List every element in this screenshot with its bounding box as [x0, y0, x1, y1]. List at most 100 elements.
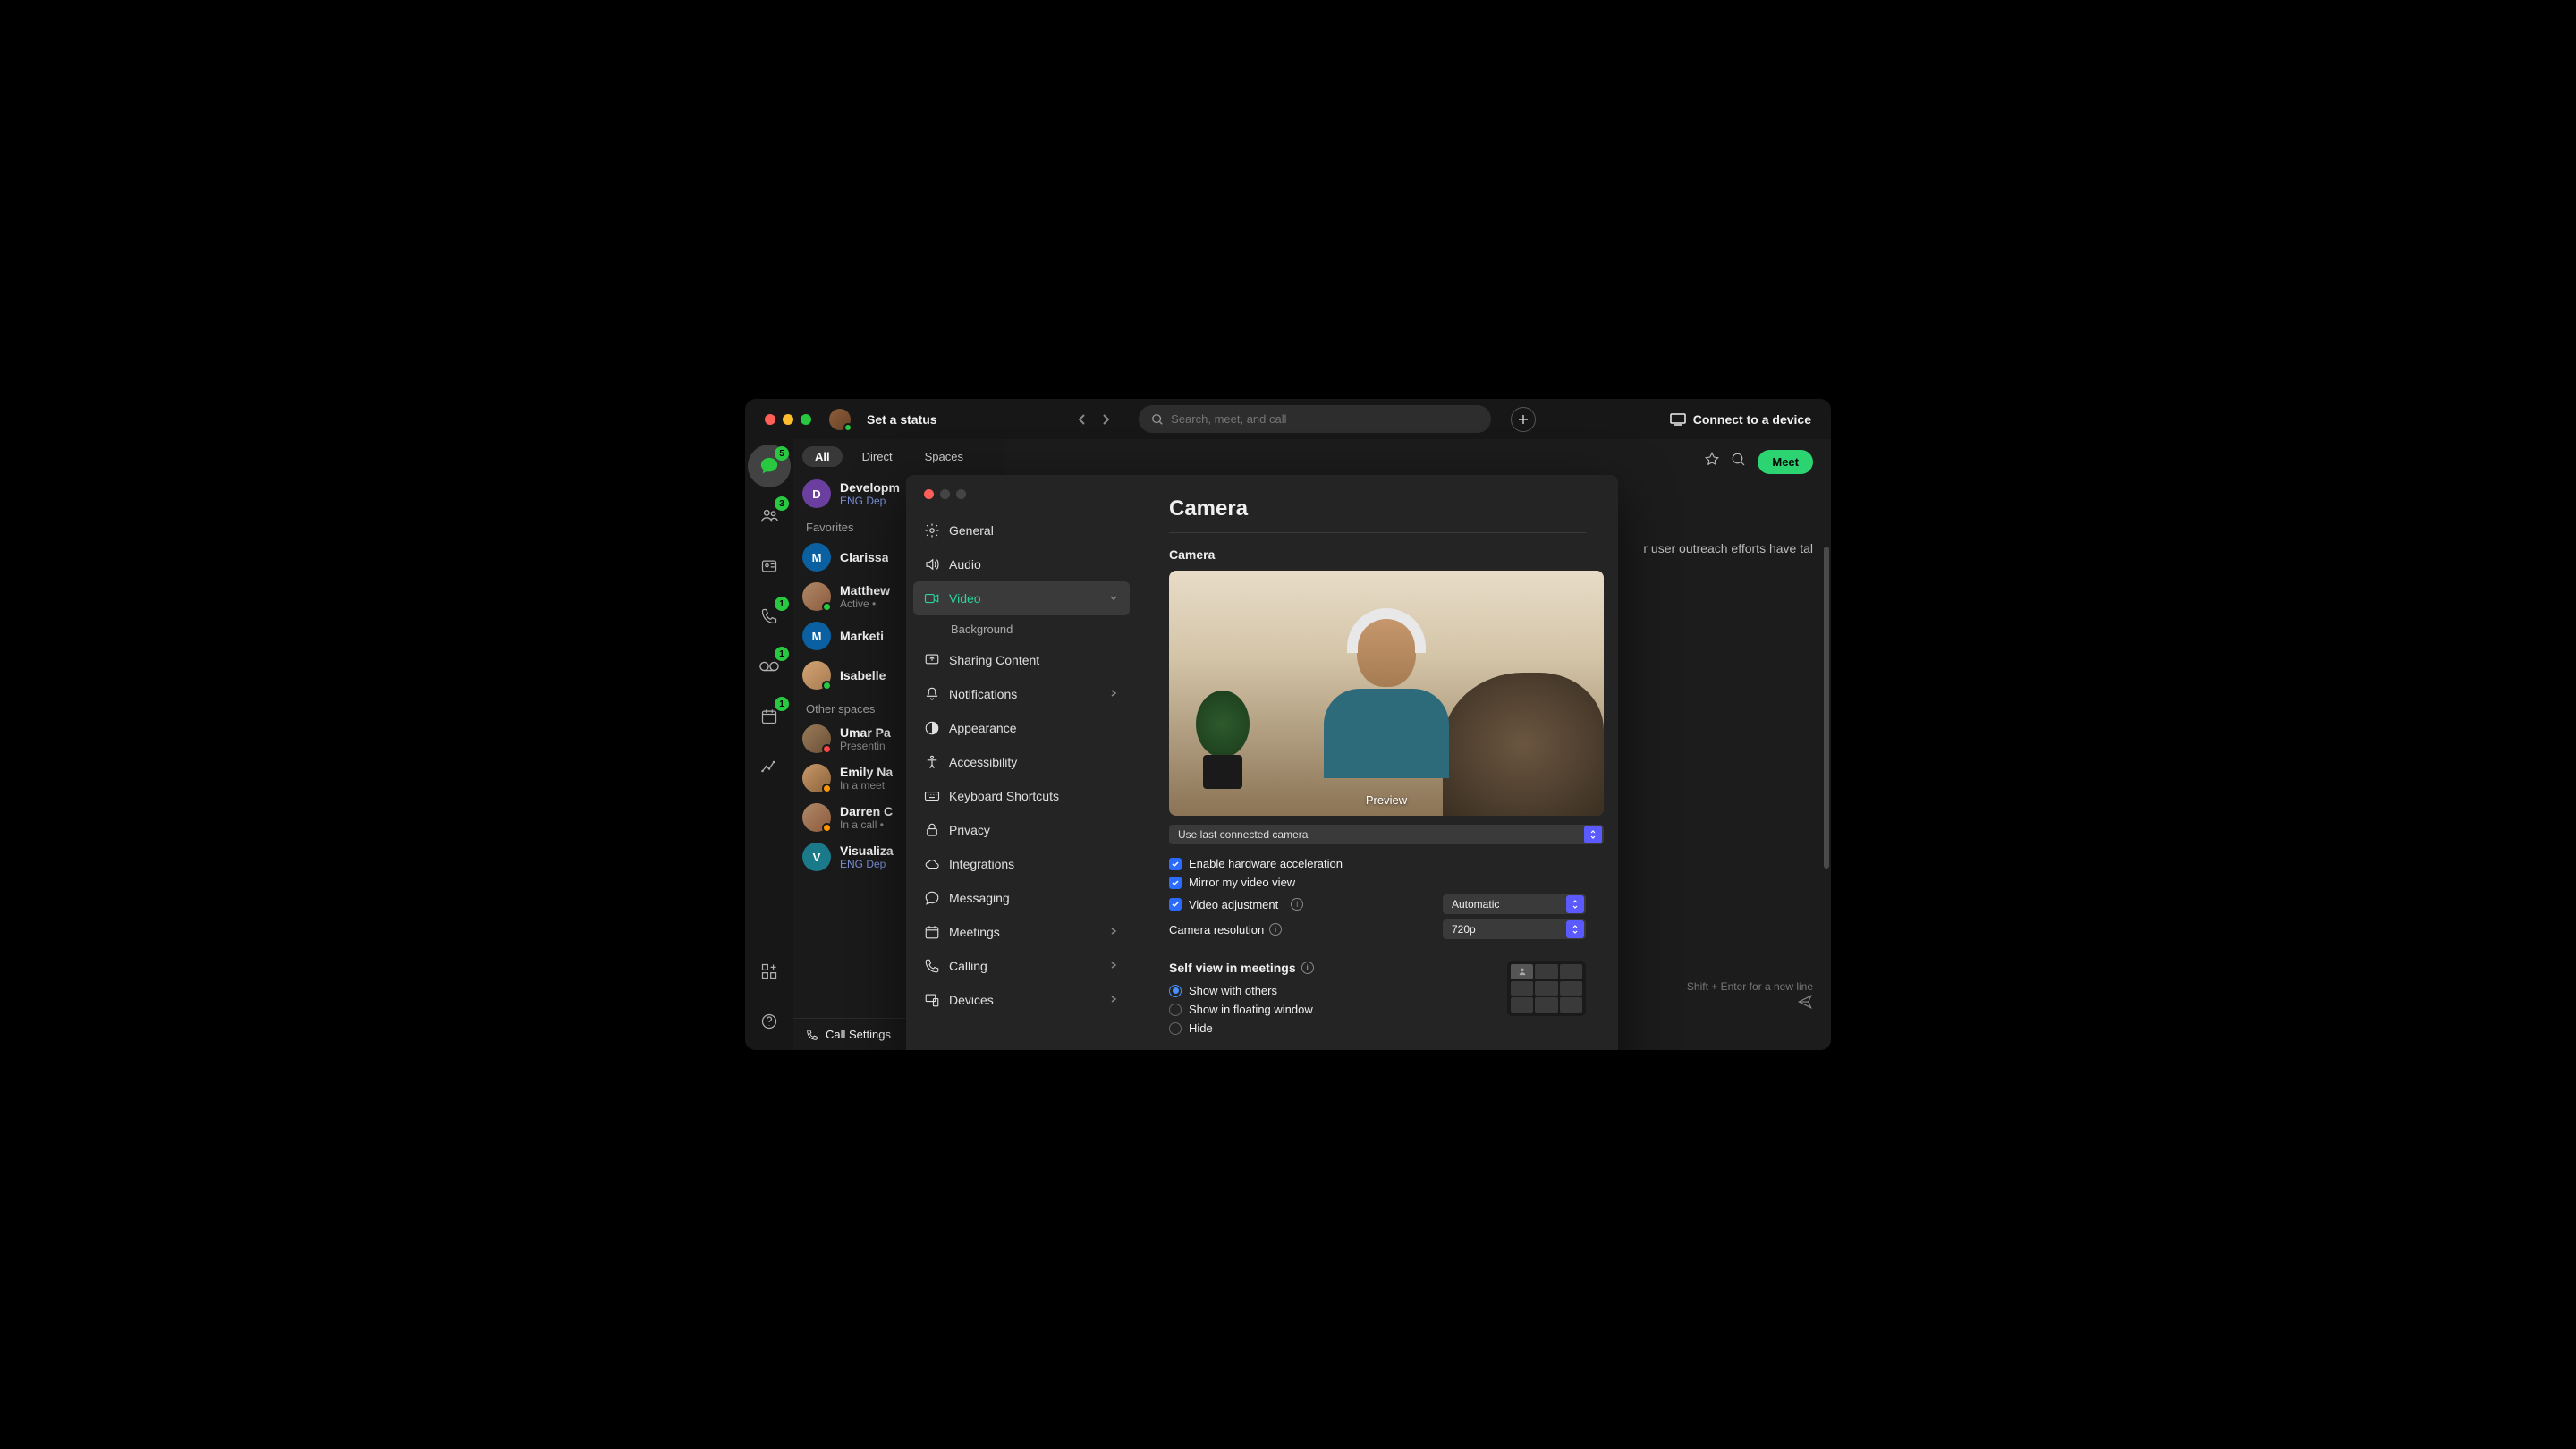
info-icon[interactable]: i — [1301, 962, 1314, 974]
people-icon — [759, 506, 779, 526]
chat-icon — [924, 890, 940, 906]
minimize-window-button[interactable] — [783, 414, 793, 425]
settings-nav-devices[interactable]: Devices — [913, 983, 1130, 1017]
grid-self-cell — [1511, 964, 1533, 979]
connect-device-button[interactable]: Connect to a device — [1670, 412, 1811, 427]
send-button[interactable] — [1797, 994, 1813, 1014]
avatar: D — [802, 479, 831, 508]
rail-badge: 1 — [775, 697, 789, 711]
search-bar[interactable] — [1139, 405, 1491, 433]
nav-forward-button[interactable] — [1096, 409, 1117, 430]
convo-subtitle: Active • — [840, 597, 890, 610]
mirror-label: Mirror my video view — [1189, 876, 1295, 889]
avatar: M — [802, 543, 831, 572]
settings-nav-integrations[interactable]: Integrations — [913, 847, 1130, 881]
convo-subtitle: In a meet — [840, 779, 893, 792]
resolution-dropdown[interactable]: 720p — [1443, 919, 1586, 939]
checkbox-mirror[interactable] — [1169, 877, 1182, 889]
search-input[interactable] — [1171, 412, 1479, 426]
settings-nav-messaging[interactable]: Messaging — [913, 881, 1130, 915]
settings-nav-keyboard[interactable]: Keyboard Shortcuts — [913, 779, 1130, 813]
search-icon — [1151, 413, 1164, 426]
close-window-button[interactable] — [765, 414, 775, 425]
user-avatar[interactable] — [829, 409, 851, 430]
rail-teams[interactable]: 3 — [748, 495, 791, 538]
presence-indicator — [822, 744, 832, 754]
accessibility-icon — [924, 754, 940, 770]
radio-floating-window[interactable] — [1169, 1004, 1182, 1016]
radio-hide[interactable] — [1169, 1022, 1182, 1035]
video-adjust-dropdown[interactable]: Automatic — [1443, 894, 1586, 914]
scrollbar[interactable] — [1824, 547, 1829, 869]
selfview-grid-preview — [1507, 961, 1586, 1016]
meet-button[interactable]: Meet — [1758, 450, 1813, 474]
dropdown-stepper-icon — [1566, 920, 1584, 938]
avatar: M — [802, 622, 831, 650]
dialog-maximize-button — [956, 489, 966, 499]
preview-background — [1443, 673, 1604, 816]
info-icon[interactable]: i — [1269, 923, 1282, 936]
phone-icon — [806, 1029, 818, 1041]
settings-nav-calling[interactable]: Calling — [913, 949, 1130, 983]
chat-icon — [759, 456, 779, 476]
checkbox-hw-accel[interactable] — [1169, 858, 1182, 870]
rail-apps[interactable] — [748, 950, 791, 993]
settings-nav-appearance[interactable]: Appearance — [913, 711, 1130, 745]
checkbox-video-adjust[interactable] — [1169, 898, 1182, 911]
settings-sidebar: General Audio Video Background Sharing C… — [906, 475, 1137, 1050]
appearance-icon — [924, 720, 940, 736]
settings-nav-notifications[interactable]: Notifications — [913, 677, 1130, 711]
settings-nav-privacy[interactable]: Privacy — [913, 813, 1130, 847]
rail-badge: 5 — [775, 446, 789, 461]
filter-all[interactable]: All — [802, 446, 843, 467]
set-status-button[interactable]: Set a status — [867, 412, 937, 427]
rail-messaging[interactable]: 5 — [748, 445, 791, 487]
avatar — [802, 764, 831, 792]
filter-tabs: All Direct Spaces — [793, 439, 1004, 474]
avatar: V — [802, 843, 831, 871]
hw-accel-label: Enable hardware acceleration — [1189, 857, 1343, 870]
maximize-window-button[interactable] — [801, 414, 811, 425]
info-icon[interactable]: i — [1291, 898, 1303, 911]
convo-name: Matthew — [840, 583, 890, 597]
camera-select-dropdown[interactable]: Use last connected camera — [1169, 825, 1604, 844]
settings-nav-general[interactable]: General — [913, 513, 1130, 547]
rail-help[interactable] — [748, 1000, 791, 1043]
nav-back-button[interactable] — [1071, 409, 1092, 430]
plus-icon — [1517, 413, 1530, 426]
chevron-down-icon — [1108, 591, 1119, 606]
settings-nav-meetings[interactable]: Meetings — [913, 915, 1130, 949]
convo-subtitle: Presentin — [840, 740, 891, 752]
convo-name: Umar Pa — [840, 725, 891, 740]
pin-button[interactable] — [1704, 452, 1720, 472]
filter-direct[interactable]: Direct — [850, 446, 905, 467]
rail-voicemail[interactable]: 1 — [748, 645, 791, 688]
rail-calls[interactable]: 1 — [748, 595, 791, 638]
preview-plant — [1196, 691, 1250, 789]
analytics-icon — [760, 758, 778, 775]
filter-spaces[interactable]: Spaces — [912, 446, 976, 467]
settings-nav-video[interactable]: Video — [913, 581, 1130, 615]
settings-nav-accessibility[interactable]: Accessibility — [913, 745, 1130, 779]
rail-analytics[interactable] — [748, 745, 791, 788]
search-in-space-button[interactable] — [1731, 452, 1747, 472]
avatar — [802, 724, 831, 753]
dialog-close-button[interactable] — [924, 489, 934, 499]
rail-meetings[interactable]: 1 — [748, 695, 791, 738]
resolution-label: Camera resolution — [1169, 923, 1264, 936]
preview-label: Preview — [1366, 793, 1407, 807]
gear-icon — [924, 522, 940, 538]
message-snippet: r user outreach efforts have tal — [1643, 541, 1813, 555]
settings-nav-audio[interactable]: Audio — [913, 547, 1130, 581]
radio-show-with-others[interactable] — [1169, 985, 1182, 997]
convo-name: Marketi — [840, 629, 884, 643]
nav-rail: 5 3 1 1 1 — [745, 439, 793, 1050]
rail-contacts[interactable] — [748, 545, 791, 588]
settings-nav-background[interactable]: Background — [913, 615, 1130, 643]
presence-indicator — [822, 681, 832, 691]
calendar-icon — [760, 708, 778, 725]
new-item-button[interactable] — [1511, 407, 1536, 432]
presence-indicator — [843, 423, 852, 432]
settings-nav-sharing[interactable]: Sharing Content — [913, 643, 1130, 677]
chevron-right-icon — [1108, 687, 1119, 701]
